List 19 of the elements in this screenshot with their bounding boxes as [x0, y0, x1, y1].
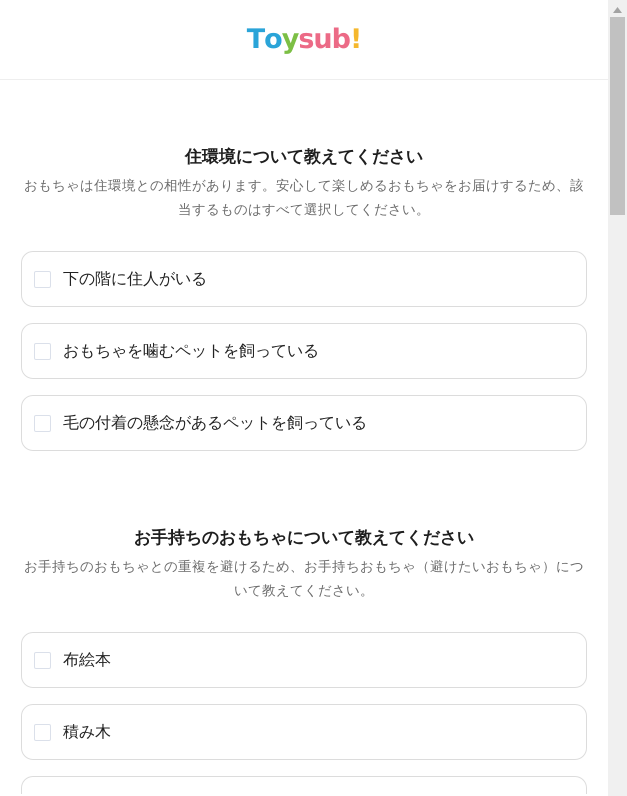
checkbox[interactable] [34, 414, 51, 432]
option-card[interactable]: おもちゃを噛むペットを飼っている [21, 323, 587, 379]
section-title: 住環境について教えてください [184, 146, 424, 169]
section-title: お手持ちのおもちゃについて教えてください [133, 527, 475, 550]
checkbox[interactable] [34, 652, 51, 668]
option-card[interactable]: 下の階に住人がいる [21, 251, 587, 307]
scroll-up-icon[interactable] [613, 7, 622, 13]
option-card[interactable]: 積み木 [21, 704, 587, 760]
section-description: おもちゃは住環境との相性があります。安心して楽しめるおもちゃをお届けするため、該当するものはすべて選択してください。 [23, 177, 585, 220]
logo: Toysub! [246, 24, 362, 55]
section-description: お手持ちのおもちゃとの重複を避けるため、お手持ちおもちゃ（避けたいおもちゃ）について教えてください。 [23, 558, 585, 601]
option-card[interactable]: 布絵本 [21, 632, 587, 688]
scrollbar-thumb[interactable] [610, 17, 625, 215]
scrollbar[interactable] [608, 0, 627, 796]
checkbox[interactable] [34, 270, 51, 288]
checkbox[interactable] [34, 724, 51, 740]
option-card[interactable]: 毛の付着の懸念があるペットを飼っている [21, 395, 587, 451]
option-card[interactable] [21, 776, 587, 794]
checkbox[interactable] [34, 342, 51, 360]
